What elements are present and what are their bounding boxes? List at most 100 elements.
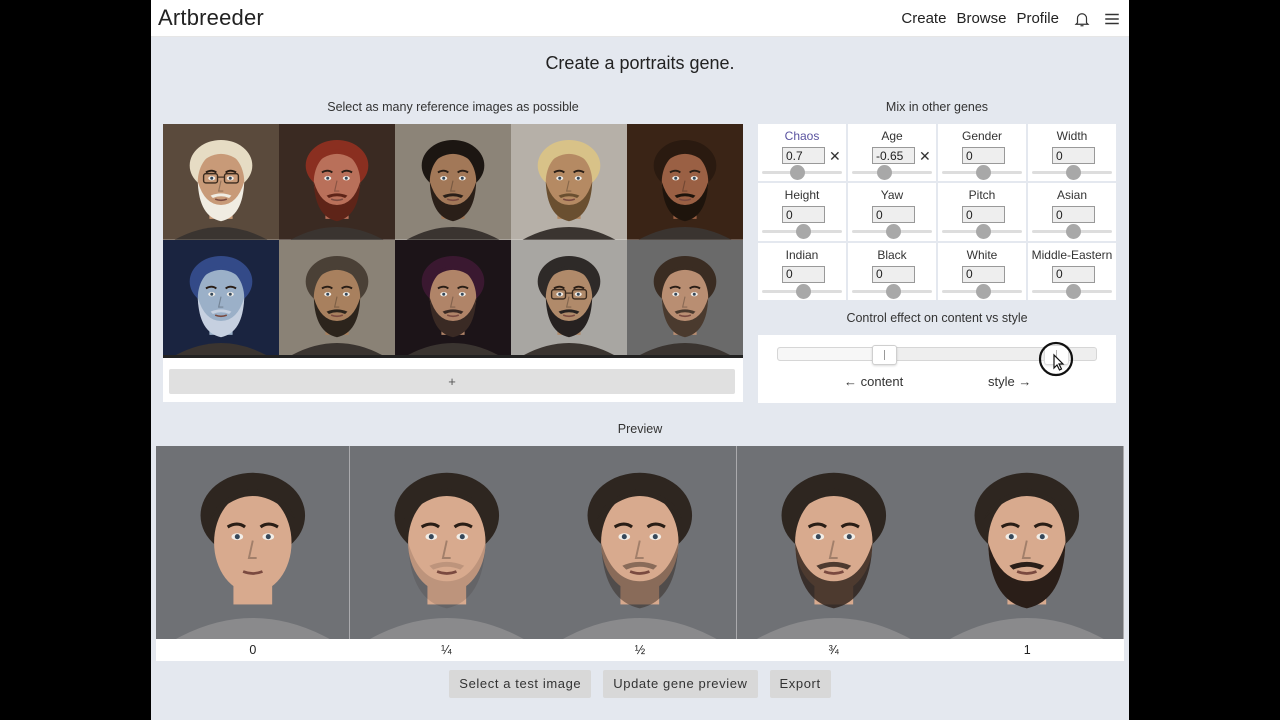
reference-portrait-8 (395, 239, 511, 355)
reference-image-1[interactable] (163, 124, 279, 240)
gene-slider-knob[interactable] (1066, 224, 1081, 240)
gene-value-row (872, 206, 915, 224)
gene-chaos: Chaos ✕ (758, 124, 846, 182)
gene-slider-knob[interactable] (976, 283, 991, 299)
gene-name: Height (784, 188, 820, 203)
gene-value-row (872, 265, 915, 283)
gene-slider-knob[interactable] (976, 224, 991, 240)
gene-value-input[interactable] (962, 147, 1005, 164)
preview-step-label: ½ (634, 643, 646, 657)
preview-images-row (156, 446, 1124, 639)
reference-image-5[interactable] (627, 124, 743, 240)
reference-portrait-4 (511, 124, 627, 240)
gene-value-row (1052, 206, 1095, 224)
gene-value-input[interactable] (872, 206, 915, 224)
gene-slider-knob[interactable] (886, 283, 901, 299)
artbreeder-page: Artbreeder Create Browse Profile Create … (151, 0, 1129, 720)
preview-portrait-4 (736, 446, 931, 639)
add-reference-button[interactable]: + (169, 369, 735, 394)
gene-value-input[interactable] (962, 265, 1005, 283)
genes-grid: Chaos ✕ Age ✕ Gender Width Height Yaw Pitch Asian… (758, 124, 1116, 300)
reference-image-4[interactable] (511, 124, 627, 240)
top-nav-bar: Artbreeder Create Browse Profile (151, 0, 1129, 37)
gene-slider-knob[interactable] (1066, 165, 1081, 180)
reference-image-10[interactable] (627, 239, 743, 355)
gene-value-input[interactable] (962, 206, 1005, 224)
gene-slider-knob[interactable] (1066, 283, 1081, 299)
action-buttons: Select a test image Update gene preview … (151, 670, 1129, 698)
gene-name: Black (877, 247, 907, 262)
gene-age: Age ✕ (848, 124, 936, 182)
reference-image-3[interactable] (395, 124, 511, 240)
clear-gene-icon[interactable]: ✕ (919, 149, 931, 163)
gene-value-input[interactable] (782, 206, 825, 224)
gene-slider-knob[interactable] (886, 224, 901, 240)
preview-labels-row: 0 ¼ ½ ¾ 1 (156, 639, 1124, 661)
effect-section-label: Control effect on content vs style (846, 311, 1028, 325)
preview-portrait-3 (543, 446, 737, 639)
reference-image-7[interactable] (279, 239, 395, 355)
reference-image-9[interactable] (511, 239, 627, 355)
gene-value-row (962, 147, 1005, 164)
preview-image-2[interactable] (349, 446, 544, 639)
gene-value-input[interactable] (782, 265, 825, 283)
reference-images-panel: + (163, 124, 743, 402)
preview-image-5[interactable] (930, 446, 1124, 639)
preview-step-label: ¾ (828, 643, 839, 657)
reference-image-6[interactable] (163, 239, 279, 355)
gene-width: Width (1028, 124, 1116, 182)
reference-portrait-7 (279, 239, 395, 355)
brand-logo[interactable]: Artbreeder (158, 5, 264, 31)
gene-value-input[interactable] (1052, 147, 1095, 164)
gene-height: Height (758, 183, 846, 241)
gene-value-row (782, 206, 825, 224)
gene-name: Middle-Eastern (1031, 247, 1113, 262)
preview-step-label: 1 (1023, 643, 1031, 657)
gene-name: Pitch (968, 188, 996, 203)
gene-slider-knob[interactable] (877, 165, 893, 180)
update-gene-preview-button[interactable]: Update gene preview (603, 670, 758, 698)
gene-value-row (962, 206, 1005, 224)
gene-slider-knob[interactable] (790, 165, 806, 180)
gene-value-input[interactable] (872, 147, 915, 164)
clear-gene-icon[interactable]: ✕ (829, 149, 841, 163)
preview-image-3[interactable] (543, 446, 737, 639)
reference-image-grid (163, 124, 743, 358)
nav-create-link[interactable]: Create (901, 10, 946, 27)
preview-image-4[interactable] (736, 446, 931, 639)
gene-black: Black (848, 242, 936, 300)
gene-value-row (1052, 147, 1095, 164)
preview-portrait-1 (156, 446, 350, 639)
reference-image-2[interactable] (279, 124, 395, 240)
nav-browse-link[interactable]: Browse (956, 10, 1006, 27)
range-handle-start[interactable] (871, 345, 897, 365)
range-fill (778, 348, 884, 360)
reference-portrait-1 (163, 124, 279, 240)
hamburger-menu-icon[interactable] (1103, 10, 1121, 28)
gene-asian: Asian (1028, 183, 1116, 241)
nav-profile-link[interactable]: Profile (1016, 10, 1059, 27)
gene-slider-knob[interactable] (796, 283, 811, 299)
gene-name: Indian (785, 247, 819, 262)
preview-section-label: Preview (617, 422, 663, 436)
style-label: style → (988, 374, 1032, 389)
reference-portrait-9 (511, 239, 627, 355)
select-test-image-button[interactable]: Select a test image (449, 670, 592, 698)
nav-menu: Create Browse Profile (901, 0, 1129, 37)
gene-middle-eastern: Middle-Eastern (1028, 242, 1116, 300)
gene-value-input[interactable] (1052, 206, 1095, 224)
gene-slider-knob[interactable] (796, 224, 811, 240)
reference-image-8[interactable] (395, 239, 511, 355)
preview-strip: 0 ¼ ½ ¾ 1 (156, 446, 1124, 661)
bell-icon[interactable] (1073, 10, 1091, 28)
content-label: ← content (844, 374, 904, 389)
gene-value-input[interactable] (872, 265, 915, 283)
gene-value-row (1052, 265, 1095, 283)
preview-image-1[interactable] (156, 446, 350, 639)
gene-value-row: ✕ (782, 147, 841, 164)
gene-pitch: Pitch (938, 183, 1026, 241)
gene-slider-knob[interactable] (976, 165, 991, 180)
export-button[interactable]: Export (769, 670, 831, 698)
gene-value-input[interactable] (1052, 265, 1095, 283)
gene-value-input[interactable] (782, 147, 825, 164)
